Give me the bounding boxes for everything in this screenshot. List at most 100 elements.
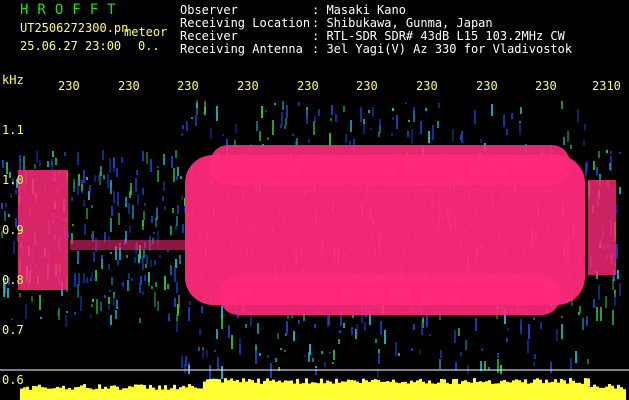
signal-level-bar (128, 386, 131, 400)
spectrogram-plot: kHz 1.1 1.0 0.9 0.8 0.7 0.6 230 230 230 … (0, 70, 629, 400)
noise-streak (198, 347, 200, 351)
noise-streak (583, 140, 585, 146)
noise-streak (188, 307, 190, 321)
noise-streak (58, 308, 60, 320)
noise-streak (116, 299, 118, 307)
noise-streak (126, 255, 128, 258)
noise-streak (15, 189, 17, 194)
noise-streak (314, 116, 316, 123)
signal-level-bar (311, 382, 314, 400)
signal-level-bar (398, 383, 401, 400)
noise-streak (176, 216, 178, 226)
signal-level-bar (203, 381, 206, 400)
signal-level-bar (419, 378, 422, 400)
noise-streak (77, 254, 79, 262)
time-tick-label: 230 (177, 79, 199, 93)
signal-level-bar (392, 379, 395, 400)
noise-streak (378, 353, 380, 364)
noise-streak (598, 151, 600, 158)
noise-streak (481, 348, 483, 351)
signal-level-bar (470, 382, 473, 400)
noise-streak (117, 192, 119, 206)
noise-streak (71, 197, 73, 201)
signal-level-bar (251, 380, 254, 400)
antenna-label: Receiving Antenna (180, 42, 303, 56)
noise-streak (497, 359, 499, 373)
time-tick-label: 230 (118, 79, 140, 93)
noise-streak (175, 259, 177, 268)
noise-streak (164, 206, 166, 210)
noise-streak (391, 133, 393, 136)
signal-level-bar (140, 384, 143, 400)
noise-streak (222, 134, 224, 136)
signal-level-bar (440, 379, 443, 400)
noise-streak (345, 134, 347, 143)
noise-streak (256, 121, 258, 131)
signal-level-bar (224, 378, 227, 400)
noise-streak (144, 203, 146, 206)
signal-level-bar (293, 383, 296, 400)
noise-streak (204, 101, 206, 113)
noise-streak (153, 232, 155, 234)
noise-streak (195, 115, 197, 126)
noise-streak (167, 284, 169, 289)
signal-level-bar (506, 381, 509, 400)
signal-level-bar (617, 384, 620, 400)
noise-streak (612, 310, 614, 325)
signal-level-bar (149, 384, 152, 400)
noise-streak (170, 265, 172, 275)
noise-streak (420, 121, 422, 134)
signal-level-bar (566, 383, 569, 400)
signal-level-bar (602, 387, 605, 400)
noise-streak (93, 252, 95, 262)
noise-streak (329, 133, 331, 147)
signal-level-bar (578, 382, 581, 400)
noise-streak (110, 218, 112, 232)
time-tick-label: 230 (416, 79, 438, 93)
signal-level-bar (431, 383, 434, 400)
noise-streak (209, 366, 211, 368)
signal-level-bar (119, 389, 122, 400)
signal-level-bar (65, 389, 68, 400)
noise-streak (151, 286, 153, 289)
noise-streak (131, 278, 133, 281)
noise-streak (497, 353, 499, 358)
signal-level-bar (239, 382, 242, 400)
noise-streak (267, 355, 269, 358)
noise-streak (181, 195, 183, 200)
noise-streak (439, 359, 441, 369)
noise-streak (101, 259, 103, 269)
signal-level-bar (482, 382, 485, 400)
mode-label: meteor (124, 25, 168, 39)
signal-level-bar (83, 384, 86, 400)
noise-streak (296, 138, 298, 145)
noise-streak (110, 252, 112, 254)
noise-streak (65, 315, 67, 327)
noise-streak (461, 131, 463, 143)
noise-streak (255, 350, 257, 364)
receiver-value: : RTL-SDR SDR# 43dB L15 103.2MHz CW (312, 29, 565, 43)
noise-streak (164, 276, 166, 290)
time-tick-label: 230 (297, 79, 319, 93)
signal-level-bar (449, 384, 452, 400)
noise-streak (507, 328, 509, 331)
signal-level-bar (182, 385, 185, 400)
noise-streak (380, 321, 382, 335)
noise-streak (40, 317, 42, 319)
signal-level-bar (587, 378, 590, 400)
noise-streak (150, 260, 152, 267)
filename-label: UT2506272300.pn (20, 21, 129, 35)
echo-band-bottom (220, 275, 560, 315)
signal-level-bar (38, 384, 41, 400)
noise-streak (113, 157, 115, 168)
signal-level-bar (71, 389, 74, 400)
signal-level-bar (242, 378, 245, 400)
noise-streak (39, 295, 41, 310)
noise-streak (586, 317, 588, 326)
noise-streak (292, 134, 294, 136)
noise-streak (281, 112, 283, 125)
noise-streak (277, 333, 279, 339)
noise-streak (78, 273, 80, 286)
noise-streak (308, 139, 310, 143)
noise-streak (2, 160, 4, 168)
